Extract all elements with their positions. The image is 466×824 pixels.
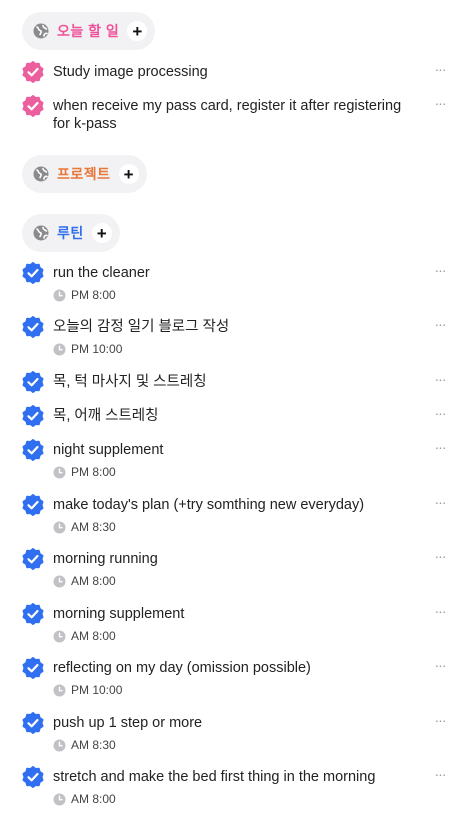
task-title: Study image processing (53, 64, 208, 80)
task-time-label: AM 8:00 (71, 792, 116, 806)
task-title: make today's plan (+try somthing new eve… (53, 497, 365, 513)
more-dots-icon[interactable]: ··· (432, 316, 448, 332)
task-time: PM 10:00 (53, 342, 122, 356)
check-badge-icon[interactable] (22, 316, 44, 338)
more-dots-icon[interactable]: ··· (432, 371, 448, 387)
task-title: morning supplement (53, 606, 185, 622)
task-time-label: PM 10:00 (71, 342, 123, 356)
check-badge-icon[interactable] (22, 657, 44, 679)
task-time-label: AM 8:00 (71, 629, 116, 643)
clock-icon (53, 466, 66, 479)
section-title-routine: 루틴 (57, 225, 84, 241)
task-time: PM 8:00 (53, 288, 116, 302)
more-dots-icon[interactable]: ··· (432, 61, 448, 77)
task-time-label: AM 8:30 (71, 738, 116, 752)
section-header-routine[interactable]: 루틴 + (22, 214, 120, 252)
add-task-routine-button[interactable]: + (91, 223, 112, 243)
more-dots-icon[interactable]: ··· (432, 262, 448, 278)
more-dots-icon[interactable]: ··· (432, 657, 448, 673)
section-header-today[interactable]: 오늘 할 일 + (22, 12, 156, 50)
task-title: reflecting on my day (omission possible) (53, 660, 311, 676)
clock-icon (53, 521, 66, 534)
section-header-project[interactable]: 프로젝트 + (22, 155, 147, 193)
plus-icon: + (123, 164, 134, 184)
more-dots-icon[interactable]: ··· (432, 766, 448, 782)
check-badge-icon[interactable] (22, 262, 44, 284)
task-title: push up 1 step or more (53, 715, 203, 731)
add-task-today-button[interactable]: + (127, 21, 148, 41)
task-time-label: AM 8:00 (71, 574, 116, 588)
check-badge-icon[interactable] (22, 371, 44, 393)
task-time: PM 10:00 (53, 683, 122, 697)
more-dots-icon[interactable]: ··· (432, 95, 448, 111)
clock-icon (53, 343, 66, 356)
globe-icon (32, 165, 50, 183)
check-badge-icon[interactable] (22, 712, 44, 734)
check-badge-icon[interactable] (22, 61, 44, 83)
more-dots-icon[interactable]: ··· (432, 548, 448, 564)
more-dots-icon[interactable]: ··· (432, 439, 448, 455)
clock-icon (53, 630, 66, 643)
clock-icon (53, 739, 66, 752)
task-time: AM 8:00 (53, 792, 116, 806)
section-title-project: 프로젝트 (57, 166, 111, 182)
globe-icon (32, 22, 50, 40)
task-title: night supplement (53, 442, 164, 458)
clock-icon (53, 684, 66, 697)
task-time-label: PM 8:00 (71, 288, 116, 302)
globe-icon (32, 224, 50, 242)
task-title: run the cleaner (53, 265, 150, 281)
clock-icon (53, 793, 66, 806)
check-badge-icon[interactable] (22, 405, 44, 427)
check-badge-icon[interactable] (22, 548, 44, 570)
plus-icon: + (132, 21, 143, 41)
task-title: when receive my pass card, register it a… (53, 98, 402, 132)
check-badge-icon[interactable] (22, 439, 44, 461)
task-title: 목, 어깨 스트레칭 (53, 408, 159, 424)
task-title: morning running (53, 551, 158, 567)
add-task-project-button[interactable]: + (118, 164, 139, 184)
check-badge-icon[interactable] (22, 766, 44, 788)
task-title: stretch and make the bed first thing in … (53, 769, 376, 785)
more-dots-icon[interactable]: ··· (432, 494, 448, 510)
task-time: AM 8:30 (53, 520, 116, 534)
more-dots-icon[interactable]: ··· (432, 712, 448, 728)
more-dots-icon[interactable]: ··· (432, 405, 448, 421)
task-time-label: PM 8:00 (71, 465, 116, 479)
check-badge-icon[interactable] (22, 494, 44, 516)
task-time-label: AM 8:30 (71, 520, 116, 534)
task-title: 목, 턱 마사지 및 스트레칭 (53, 374, 207, 390)
check-badge-icon[interactable] (22, 603, 44, 625)
clock-icon (53, 575, 66, 588)
check-badge-icon[interactable] (22, 95, 44, 117)
task-time-label: PM 10:00 (71, 683, 123, 697)
task-time: AM 8:30 (53, 738, 116, 752)
plus-icon: + (96, 223, 107, 243)
task-time: AM 8:00 (53, 574, 116, 588)
task-title: 오늘의 감정 일기 블로그 작성 (53, 319, 230, 335)
more-dots-icon[interactable]: ··· (432, 603, 448, 619)
task-time: PM 8:00 (53, 465, 116, 479)
section-title-today: 오늘 할 일 (57, 23, 120, 39)
clock-icon (53, 289, 66, 302)
task-time: AM 8:00 (53, 629, 116, 643)
